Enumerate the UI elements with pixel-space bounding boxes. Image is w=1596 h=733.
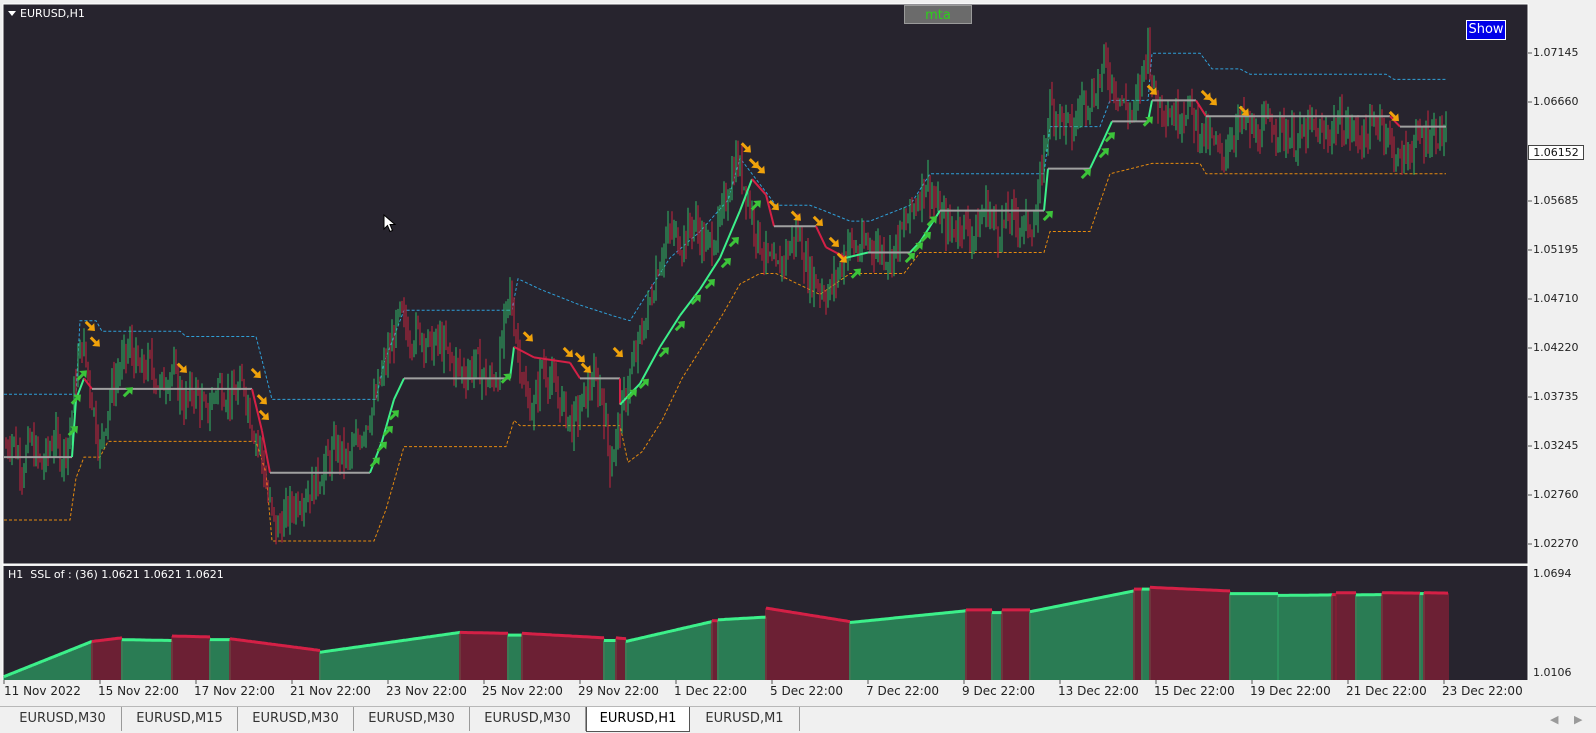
time-axis-label: 1 Dec 22:00 xyxy=(674,684,747,698)
time-axis-label: 5 Dec 22:00 xyxy=(770,684,843,698)
tab-eurusd-h1[interactable]: EURUSD,H1 xyxy=(586,707,690,732)
tab-eurusd-m30[interactable]: EURUSD,M30 xyxy=(4,707,122,731)
chart-tab-bar: EURUSD,M30 EURUSD,M15 EURUSD,M30 EURUSD,… xyxy=(0,706,1596,733)
time-axis-label: 19 Dec 22:00 xyxy=(1250,684,1331,698)
current-price-label: 1.06152 xyxy=(1528,145,1584,160)
symbol-title[interactable]: EURUSD,H1 xyxy=(8,7,85,20)
histogram-cap-line xyxy=(1278,595,1332,596)
time-axis-label: 9 Dec 22:00 xyxy=(962,684,1035,698)
price-axis-label: 1.02760 xyxy=(1533,488,1579,501)
price-axis-label: 1.06660 xyxy=(1533,95,1579,108)
scroll-right-icon[interactable]: ▶ xyxy=(1574,713,1582,726)
histogram-cap-line xyxy=(172,636,210,637)
indicator-axis-label: 1.0694 xyxy=(1533,567,1572,580)
chart-canvas[interactable] xyxy=(0,0,1596,706)
price-axis-label: 1.04220 xyxy=(1533,341,1579,354)
tab-eurusd-m15[interactable]: EURUSD,M15 xyxy=(122,707,238,731)
mta-button[interactable]: mta xyxy=(904,5,972,24)
tab-eurusd-m30[interactable]: EURUSD,M30 xyxy=(470,707,586,731)
chart-window[interactable]: EURUSD,H1 mta Show H1 SSL of : (36) 1.06… xyxy=(0,0,1596,706)
tab-eurusd-m1[interactable]: EURUSD,M1 xyxy=(690,707,800,731)
time-axis-label: 15 Dec 22:00 xyxy=(1154,684,1235,698)
symbol-title-text: EURUSD,H1 xyxy=(20,7,85,20)
time-axis-label: 29 Nov 22:00 xyxy=(578,684,659,698)
time-axis-label: 7 Dec 22:00 xyxy=(866,684,939,698)
tab-eurusd-m30[interactable]: EURUSD,M30 xyxy=(238,707,354,731)
price-axis-label: 1.03245 xyxy=(1533,439,1579,452)
price-axis-label: 1.03735 xyxy=(1533,390,1579,403)
price-axis-label: 1.05685 xyxy=(1533,194,1579,207)
triangle-down-icon[interactable] xyxy=(8,11,16,16)
show-button[interactable]: Show xyxy=(1466,20,1506,40)
price-axis-label: 1.02270 xyxy=(1533,537,1579,550)
scroll-left-icon[interactable]: ◀ xyxy=(1550,713,1558,726)
time-axis-label: 23 Dec 22:00 xyxy=(1442,684,1523,698)
time-axis-label: 13 Dec 22:00 xyxy=(1058,684,1139,698)
mouse-pointer-icon xyxy=(383,214,397,234)
histogram-cap-line xyxy=(460,632,508,633)
indicator-axis-label: 1.0106 xyxy=(1533,666,1572,679)
time-axis-label: 15 Nov 22:00 xyxy=(98,684,179,698)
price-axis-label: 1.07145 xyxy=(1533,46,1579,59)
tab-eurusd-m30[interactable]: EURUSD,M30 xyxy=(354,707,470,731)
time-axis-label: 21 Dec 22:00 xyxy=(1346,684,1427,698)
histogram-cap-line xyxy=(122,640,172,641)
time-axis-label: 11 Nov 2022 xyxy=(4,684,81,698)
price-axis-label: 1.05195 xyxy=(1533,243,1579,256)
time-axis-label: 21 Nov 22:00 xyxy=(290,684,371,698)
histogram-cap-line xyxy=(616,638,626,639)
price-axis-label: 1.04710 xyxy=(1533,292,1579,305)
time-axis-label: 25 Nov 22:00 xyxy=(482,684,563,698)
indicator-label: H1 SSL of : (36) 1.0621 1.0621 1.0621 xyxy=(8,568,224,581)
main-chart-background xyxy=(3,4,1528,564)
time-axis-label: 17 Nov 22:00 xyxy=(194,684,275,698)
time-axis-label: 23 Nov 22:00 xyxy=(386,684,467,698)
